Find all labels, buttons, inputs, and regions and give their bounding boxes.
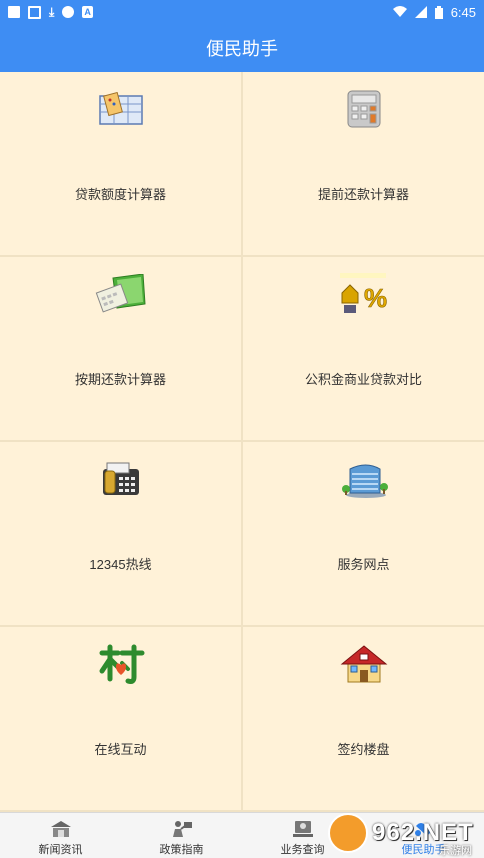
download-icon: ⤓ (49, 5, 55, 19)
calculator-icon (338, 86, 390, 132)
tab-label: 新闻资讯 (38, 844, 83, 856)
tile-online-interaction[interactable]: 在线互动 (0, 627, 241, 810)
building-icon (338, 456, 390, 502)
tile-label: 提前还款计算器 (317, 187, 409, 202)
app-notification-icon (62, 6, 75, 18)
tab-news[interactable]: 新闻资讯 (0, 813, 121, 858)
tab-business-query[interactable]: 业务查询 (242, 813, 363, 858)
tile-service-outlets[interactable]: 服务网点 (243, 442, 484, 625)
tile-prepayment-calculator[interactable]: 提前还款计算器 (243, 72, 484, 255)
tile-label: 服务网点 (337, 557, 390, 572)
font-icon: A (82, 6, 93, 18)
news-icon (49, 819, 73, 839)
house-percent-icon: % (338, 271, 390, 317)
status-bar: ⤓ A 6:45 (0, 0, 484, 24)
tile-loan-amount-calculator[interactable]: 贷款额度计算器 (0, 72, 241, 255)
house-icon (338, 641, 390, 687)
query-icon (291, 819, 315, 839)
notification-icon (8, 6, 20, 18)
page-title: 便民助手 (206, 39, 278, 59)
app-bar: 便民助手 (0, 24, 484, 72)
tile-label: 按期还款计算器 (74, 372, 166, 387)
watermark-subtext: 乐游网 (439, 845, 472, 857)
policy-icon (170, 819, 194, 839)
tile-contracted-properties[interactable]: 签约楼盘 (243, 627, 484, 810)
gallery-icon (28, 5, 41, 19)
tile-label: 贷款额度计算器 (74, 187, 166, 202)
tab-label: 政策指南 (159, 844, 204, 856)
svg-text:%: % (364, 283, 387, 313)
signal-icon (414, 6, 427, 18)
fax-phone-icon (95, 456, 147, 502)
wifi-icon (392, 6, 407, 17)
tile-scheduled-repayment-calculator[interactable]: 按期还款计算器 (0, 257, 241, 440)
tool-grid: 贷款额度计算器 提前还款计算器 按期还款计算器 % 公积金商业贷款对比 1234… (0, 72, 484, 812)
tile-hotline-12345[interactable]: 12345热线 (0, 442, 241, 625)
tile-fund-commercial-loan-comparison[interactable]: % 公积金商业贷款对比 (243, 257, 484, 440)
calculator-sheet-icon (95, 86, 147, 132)
tile-label: 公积金商业贷款对比 (304, 372, 422, 387)
interaction-logo-icon (95, 641, 147, 687)
bottom-tab-bar: 新闻资讯 政策指南 业务查询 便民助手 (0, 812, 484, 858)
battery-icon (434, 5, 443, 19)
tile-label: 12345热线 (89, 557, 152, 572)
tile-label: 在线互动 (94, 742, 147, 757)
tab-policy-guide[interactable]: 政策指南 (121, 813, 242, 858)
tab-label: 业务查询 (280, 844, 325, 856)
calculator-folder-icon (95, 271, 147, 317)
clock: 6:45 (450, 4, 476, 20)
tile-label: 签约楼盘 (337, 742, 390, 757)
helper-icon (412, 819, 436, 839)
